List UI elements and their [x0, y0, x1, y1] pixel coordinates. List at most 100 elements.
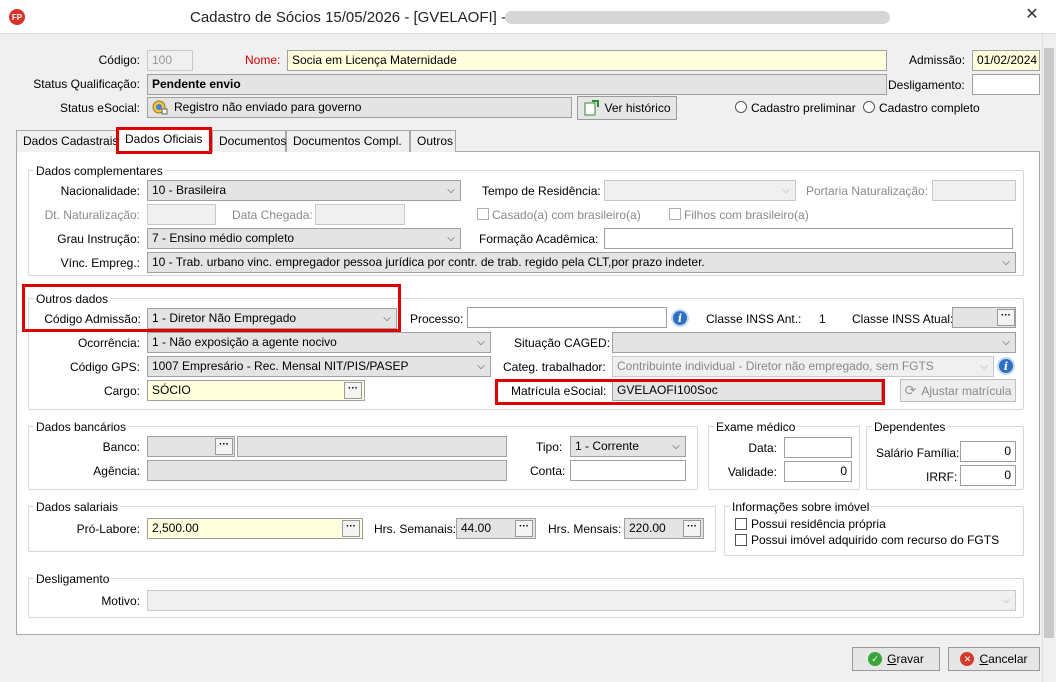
hrs-semanais-calc-button[interactable]: ···	[515, 520, 533, 537]
residencia-propria-checkbox[interactable]	[735, 518, 747, 530]
window-title: Cadastro de Sócios 15/05/2026 - [GVELAOF…	[190, 9, 506, 26]
chevron-down-icon: ⌵	[477, 337, 485, 348]
ver-historico-button[interactable]: Ver histórico	[577, 96, 677, 120]
matricula-esocial-label: Matrícula eSocial:	[511, 384, 607, 398]
radio-cadastro-preliminar-label: Cadastro preliminar	[751, 101, 856, 115]
chevron-down-icon: ⌵	[782, 185, 790, 196]
categ-trabalhador-select[interactable]: Contribuinte individual - Diretor não em…	[612, 356, 994, 377]
categ-trabalhador-value: Contribuinte individual - Diretor não em…	[617, 359, 934, 373]
situacao-caged-label: Situação CAGED:	[514, 336, 611, 350]
radio-cadastro-preliminar[interactable]	[735, 101, 747, 113]
pro-labore-field[interactable]: 2,500.00	[147, 518, 363, 539]
pro-labore-calc-button[interactable]: ···	[342, 520, 360, 537]
filhos-checkbox[interactable]	[669, 208, 681, 220]
classe-inss-lookup-button[interactable]: ···	[997, 309, 1015, 326]
agencia-label: Agência:	[93, 464, 140, 478]
codigo-field: 100	[147, 50, 193, 71]
formacao-academica-field[interactable]	[604, 228, 1013, 249]
chevron-down-icon: ⌵	[447, 233, 455, 244]
chevron-down-icon: ⌵	[383, 313, 391, 324]
casado-checkbox[interactable]	[477, 208, 489, 220]
codigo-gps-select[interactable]: 1007 Empresário - Rec. Mensal NIT/PIS/PA…	[147, 356, 491, 377]
salario-familia-field[interactable]: 0	[960, 441, 1016, 462]
categ-trabalhador-label: Categ. trabalhador:	[503, 360, 606, 374]
tab-documentos[interactable]: Documentos	[212, 130, 286, 152]
gravar-label: Gravar	[887, 652, 924, 666]
vinc-empreg-select[interactable]: 10 - Trab. urbano vinc. empregador pesso…	[147, 252, 1016, 273]
status-esocial-text: Registro não enviado para governo	[174, 100, 362, 114]
classe-inss-atual-label: Classe INSS Atual:	[852, 312, 954, 326]
desligamento-header-field[interactable]	[972, 74, 1040, 95]
status-esocial-label: Status eSocial:	[59, 101, 140, 115]
imovel-fgts-label: Possui imóvel adquirido com recurso do F…	[751, 533, 1000, 547]
title-redacted-blur	[505, 11, 890, 24]
tab-documentos-compl[interactable]: Documentos Compl.	[286, 130, 410, 152]
nome-field[interactable]: Socia em Licença Maternidade	[287, 50, 887, 71]
banco-lookup-button[interactable]: ···	[215, 438, 233, 455]
classe-inss-ant-label: Classe INSS Ant.:	[706, 312, 802, 326]
window-close-button[interactable]: ✕	[1014, 2, 1050, 26]
portaria-field[interactable]	[932, 180, 1016, 201]
gravar-button[interactable]: ✓ Gravar	[852, 647, 940, 671]
data-chegada-field[interactable]	[315, 204, 405, 225]
group-dados-bancarios-title: Dados bancários	[34, 420, 129, 434]
refresh-icon: ⟳	[904, 382, 917, 398]
pro-labore-label: Pró-Labore:	[76, 522, 140, 536]
radio-cadastro-completo[interactable]	[863, 101, 875, 113]
cancelar-label: Cancelar	[979, 652, 1028, 666]
status-qualificacao-label: Status Qualificação:	[33, 77, 140, 91]
motivo-label: Motivo:	[101, 594, 140, 608]
codigo-admissao-label: Código Admissão:	[44, 312, 141, 326]
group-info-imovel-title: Informações sobre imóvel	[730, 500, 872, 514]
chevron-down-icon: ⌵	[1002, 337, 1010, 348]
residencia-propria-label: Possui residência própria	[751, 517, 886, 531]
tab-dados-cadastrais[interactable]: Dados Cadastrais	[16, 130, 118, 152]
chevron-down-icon: ⌵	[672, 441, 680, 452]
data-chegada-label: Data Chegada:	[232, 208, 313, 222]
info-icon[interactable]: i	[997, 357, 1015, 375]
dt-naturalizacao-field[interactable]	[147, 204, 216, 225]
admissao-label: Admissão:	[909, 53, 966, 67]
codigo-admissao-select[interactable]: 1 - Diretor Não Empregado ⌵	[147, 308, 397, 329]
vinc-empreg-label: Vínc. Empreg.:	[60, 256, 140, 270]
tipo-conta-value: 1 - Corrente	[575, 439, 640, 453]
nome-label: Nome:	[245, 53, 281, 67]
cargo-label: Cargo:	[103, 384, 140, 398]
hrs-mensais-calc-button[interactable]: ···	[683, 520, 701, 537]
cargo-field[interactable]: SÓCIO	[147, 380, 365, 401]
tempo-residencia-label: Tempo de Residência:	[482, 184, 601, 198]
close-icon: ✕	[1025, 6, 1039, 23]
group-dados-salariais-title: Dados salariais	[34, 500, 121, 514]
exame-validade-field[interactable]: 0	[784, 461, 852, 482]
banco-label: Banco:	[102, 440, 140, 454]
situacao-caged-select[interactable]: ⌵	[612, 332, 1016, 353]
ocorrencia-select[interactable]: 1 - Não exposição a agente nocivo ⌵	[147, 332, 491, 353]
chevron-down-icon: ⌵	[1002, 257, 1010, 268]
vertical-scrollbar-thumb[interactable]	[1044, 48, 1054, 638]
portaria-label: Portaria Naturalização:	[806, 184, 929, 198]
nacionalidade-select[interactable]: 10 - Brasileira ⌵	[147, 180, 461, 201]
tab-dados-oficiais[interactable]: Dados Oficiais	[118, 128, 212, 152]
cancelar-button[interactable]: ✕ Cancelar	[948, 647, 1040, 671]
agencia-field[interactable]	[147, 460, 507, 481]
admissao-field[interactable]: 01/02/2024	[972, 50, 1040, 71]
check-icon: ✓	[868, 652, 883, 666]
motivo-select[interactable]: ⌵	[147, 590, 1016, 611]
ajustar-matricula-button[interactable]: ⟳ Ajustar matrícula	[900, 379, 1016, 402]
imovel-fgts-checkbox[interactable]	[735, 534, 747, 546]
cancel-icon: ✕	[960, 652, 975, 666]
tipo-conta-select[interactable]: 1 - Corrente ⌵	[570, 436, 686, 457]
cargo-lookup-button[interactable]: ···	[344, 382, 362, 399]
irrf-field[interactable]: 0	[960, 465, 1016, 486]
chevron-down-icon: ⌵	[1002, 595, 1010, 606]
tab-outros[interactable]: Outros	[410, 130, 456, 152]
info-icon[interactable]: i	[671, 309, 689, 327]
salario-familia-label: Salário Família:	[876, 446, 960, 460]
grau-instrucao-select[interactable]: 7 - Ensino médio completo ⌵	[147, 228, 461, 249]
exame-data-field[interactable]	[784, 437, 852, 458]
conta-field[interactable]	[570, 460, 686, 481]
codigo-label: Código:	[98, 53, 140, 67]
tempo-residencia-select[interactable]: ⌵	[604, 180, 796, 201]
processo-field[interactable]	[467, 307, 667, 328]
tipo-label: Tipo:	[536, 440, 563, 454]
